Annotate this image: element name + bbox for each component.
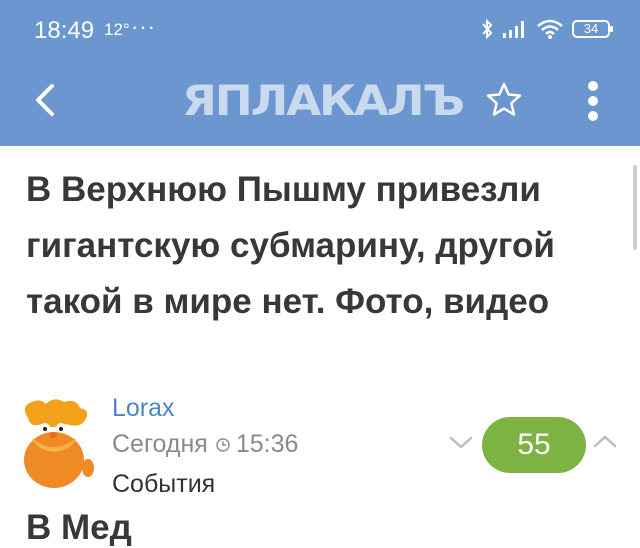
clock-icon: [216, 437, 230, 452]
logo-text: ЯПЛАКАЛЪ: [182, 76, 465, 125]
status-icons: 34: [480, 14, 613, 44]
scrollbar[interactable]: [633, 165, 637, 250]
post-meta: Сегодня 15:36: [112, 430, 298, 459]
battery-level: 34: [583, 21, 599, 36]
toolbar: ЯПЛАКАЛЪ: [0, 56, 640, 146]
post-time: 15:36: [235, 430, 299, 458]
status-bar: 18:49 12° ··· 34: [0, 0, 640, 56]
wifi-icon: [537, 19, 563, 39]
star-icon[interactable]: [484, 80, 524, 120]
signal-icon: [503, 21, 524, 38]
post-category[interactable]: События: [112, 470, 215, 499]
status-more-icon: ···: [131, 14, 156, 39]
rating-badge: 55: [482, 417, 586, 473]
battery-icon: 34: [572, 20, 613, 38]
chevron-up-icon[interactable]: [590, 430, 620, 454]
author-avatar[interactable]: [14, 398, 96, 490]
bluetooth-icon: [482, 18, 493, 40]
author-link[interactable]: Lorax: [112, 394, 175, 423]
article-body-start: В Мед: [26, 508, 132, 547]
post-date: Сегодня: [112, 430, 208, 458]
status-time: 18:49: [34, 17, 95, 44]
more-vert-icon[interactable]: [578, 78, 608, 124]
app-header: 18:49 12° ··· 34 ЯПЛАКАЛЪ: [0, 0, 640, 146]
back-arrow-icon[interactable]: [24, 78, 68, 122]
chevron-down-icon[interactable]: [446, 430, 476, 454]
site-logo[interactable]: ЯПЛАКАЛЪ: [182, 76, 465, 126]
status-temperature: 12°: [104, 20, 130, 39]
article-title: В Верхнюю Пышму привезли гигантскую субм…: [26, 170, 555, 321]
